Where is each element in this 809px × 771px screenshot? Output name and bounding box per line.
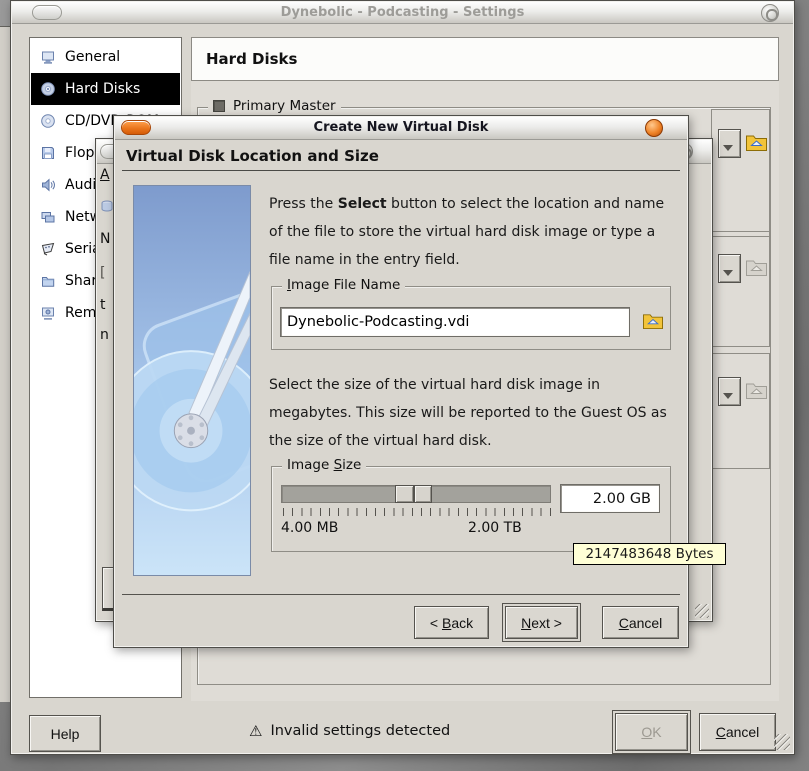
image-file-name-input[interactable] xyxy=(280,307,630,337)
remote-display-icon xyxy=(40,305,56,321)
primary-master-checkbox[interactable] xyxy=(213,100,225,112)
wizard-close-button[interactable] xyxy=(645,119,663,137)
wizard-title: Create New Virtual Disk xyxy=(115,120,687,135)
floppy-icon xyxy=(40,145,56,161)
image-file-name-group: Image File Name xyxy=(271,286,671,350)
size-min-label: 4.00 MB xyxy=(281,520,338,536)
manager-text-fragment: t xyxy=(100,297,106,313)
wizard-cancel-label: Cancel xyxy=(619,615,663,631)
combo-dropdown-button-3[interactable] xyxy=(718,377,741,406)
create-disk-wizard: Create New Virtual Disk Virtual Disk Loc… xyxy=(113,115,689,648)
warning-icon: ⚠ xyxy=(249,722,262,740)
shared-folders-icon xyxy=(40,273,56,289)
manager-text-fragment: A xyxy=(100,167,110,183)
settings-resize-grip[interactable] xyxy=(774,734,790,750)
manager-resize-grip[interactable] xyxy=(695,604,709,618)
page-header: Hard Disks xyxy=(191,37,779,81)
size-value-field[interactable]: 2.00 GB xyxy=(560,484,660,513)
help-button-label: Help xyxy=(51,726,80,742)
size-slider-track[interactable] xyxy=(281,485,551,503)
warning-text: Invalid settings detected xyxy=(270,723,450,739)
wizard-heading: Virtual Disk Location and Size xyxy=(126,147,379,165)
slot-group-2 xyxy=(711,231,770,347)
intro-pre: Press the xyxy=(269,196,338,212)
primary-master-label: Primary Master xyxy=(233,98,336,114)
primary-master-label-row: Primary Master xyxy=(208,98,341,114)
select-media-icon-1[interactable] xyxy=(745,132,768,152)
slider-handle-right xyxy=(414,485,433,503)
cd-icon xyxy=(40,113,56,129)
image-file-name-label: Image File Name xyxy=(282,277,405,293)
size-bytes-tooltip: 2147483648 Bytes xyxy=(573,543,726,565)
back-button[interactable]: < Back xyxy=(414,606,489,639)
slot-group-3 xyxy=(711,353,770,469)
select-media-icon-2-disabled xyxy=(745,257,768,277)
size-slider-handle[interactable] xyxy=(395,485,432,503)
image-size-group: Image Size 4.00 MB 2.00 TB 2.00 GB xyxy=(271,466,671,552)
image-size-label: Image Size xyxy=(282,457,366,473)
ok-button[interactable]: OK xyxy=(615,713,688,751)
serial-ports-icon xyxy=(40,241,56,257)
settings-cancel-label: Cancel xyxy=(716,724,760,740)
manager-text-fragment: [ xyxy=(100,265,105,281)
next-button-label: Next > xyxy=(521,615,562,631)
wizard-button-divider xyxy=(122,594,680,595)
audio-icon xyxy=(40,177,56,193)
settings-cancel-button[interactable]: Cancel xyxy=(699,713,776,751)
back-button-label: < Back xyxy=(430,615,473,631)
next-button[interactable]: Next > xyxy=(505,606,578,639)
wizard-size-text: Select the size of the virtual hard disk… xyxy=(269,371,675,455)
general-icon xyxy=(40,49,56,65)
warning-message: ⚠ Invalid settings detected xyxy=(249,722,450,740)
manager-disks-icon xyxy=(100,199,114,213)
wizard-intro-text: Press the Select button to select the lo… xyxy=(269,190,675,274)
network-icon xyxy=(40,209,56,225)
slider-handle-left xyxy=(395,485,414,503)
select-file-folder-icon xyxy=(642,311,664,330)
wizard-cancel-button[interactable]: Cancel xyxy=(602,606,679,639)
sidebar-label: Hard Disks xyxy=(65,81,140,97)
select-media-icon-3-disabled xyxy=(745,380,768,400)
manager-text-fragment: n xyxy=(100,327,109,343)
ok-button-label: OK xyxy=(641,724,661,740)
settings-titlebar[interactable]: Dynebolic - Podcasting - Settings xyxy=(12,2,793,24)
sidebar-item-general[interactable]: General xyxy=(31,41,180,73)
size-slider-ticks xyxy=(283,508,551,516)
manager-text-fragment: N xyxy=(100,231,110,247)
select-file-button[interactable] xyxy=(642,311,664,330)
hard-disks-icon xyxy=(40,81,56,97)
combo-dropdown-button-1[interactable] xyxy=(718,129,741,158)
wizard-heading-divider xyxy=(122,170,680,171)
page-title: Hard Disks xyxy=(206,50,297,68)
hard-disk-illustration xyxy=(133,185,251,576)
intro-bold: Select xyxy=(338,196,387,212)
wizard-titlebar[interactable]: Create New Virtual Disk xyxy=(115,117,687,140)
combo-dropdown-button-2[interactable] xyxy=(718,254,741,283)
sidebar-label: General xyxy=(65,49,120,65)
settings-window-title: Dynebolic - Podcasting - Settings xyxy=(12,5,793,20)
size-max-label: 2.00 TB xyxy=(468,520,522,536)
sidebar-item-hard-disks[interactable]: Hard Disks xyxy=(31,73,180,105)
help-button[interactable]: Help xyxy=(29,715,101,752)
window-maximize-button[interactable] xyxy=(761,4,779,22)
